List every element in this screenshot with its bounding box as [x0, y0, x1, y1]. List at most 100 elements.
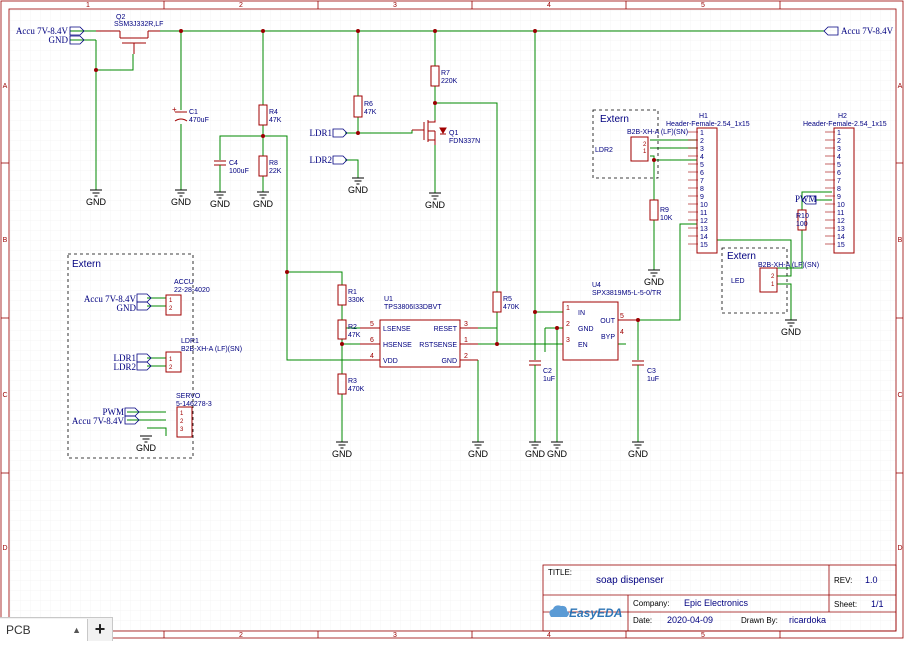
- h2-pin-10: 10: [837, 202, 845, 209]
- h2-pin-11: 11: [837, 210, 844, 217]
- row-label-right-d: D: [897, 545, 902, 552]
- h2-pin-8: 8: [837, 186, 841, 193]
- h1-value: Header-Female-2.54_1x15: [666, 121, 750, 128]
- h2-pin-5: 5: [837, 162, 841, 169]
- svg-text:+: +: [172, 105, 177, 114]
- svg-text:3: 3: [566, 337, 570, 344]
- servo-conn-value: 5-146278-3: [176, 401, 212, 408]
- row-label-left-b: B: [3, 237, 8, 244]
- accu-conn-value: 22-28-4020: [174, 287, 210, 294]
- u1-pin-rstsense: RSTSENSE: [419, 342, 457, 349]
- q1-value: FDN337N: [449, 138, 480, 145]
- r6-ref: R6: [364, 101, 373, 108]
- r10-value: 100: [796, 221, 808, 228]
- col-label-top-2: 2: [239, 2, 243, 9]
- port-ldr2-q1: LDR2: [310, 155, 333, 165]
- r10-ref: R10: [796, 213, 809, 220]
- gnd-label-13: GND: [628, 449, 649, 459]
- svg-text:1: 1: [566, 305, 570, 312]
- h1-pin-15: 15: [700, 242, 708, 249]
- led-conn-label: LED: [731, 278, 745, 285]
- date-label: Date:: [633, 616, 652, 625]
- gnd-label-8: GND: [781, 327, 802, 337]
- row-label-left-c: C: [2, 392, 7, 399]
- q2-value: SSM3J332R,LF: [114, 21, 163, 28]
- svg-text:6: 6: [370, 337, 374, 344]
- add-tab-button[interactable]: +: [88, 619, 112, 641]
- u1-ref: U1: [384, 296, 393, 303]
- chevron-up-icon[interactable]: ▲: [72, 625, 81, 635]
- u4-pin-en: EN: [578, 342, 588, 349]
- gnd-label-3: GND: [210, 199, 231, 209]
- u4-pin-out: OUT: [600, 318, 616, 325]
- r3-resistor: [337, 373, 347, 395]
- r1-resistor: [337, 284, 347, 306]
- q2-ref: Q2: [116, 14, 125, 21]
- h1-pin-8: 8: [700, 186, 704, 193]
- r1-ref: R1: [348, 289, 357, 296]
- row-label-right-b: B: [898, 237, 903, 244]
- h1-pin-6: 6: [700, 170, 704, 177]
- svg-text:3: 3: [464, 321, 468, 328]
- title-value: soap dispenser: [596, 575, 664, 586]
- c4-ref: C4: [229, 160, 238, 167]
- gnd-label-7: GND: [644, 277, 665, 287]
- h1-pin-12: 12: [700, 218, 708, 225]
- c1-value: 470uF: [189, 117, 209, 124]
- r7-resistor: [430, 65, 440, 87]
- u1-pin-reset: RESET: [434, 326, 458, 333]
- extern-label-led: Extern: [727, 251, 756, 262]
- col-label-top-3: 3: [393, 2, 397, 9]
- h1-pin-2: 2: [700, 138, 704, 145]
- ldr2-conn-label: LDR2: [595, 147, 613, 154]
- u4-ref: U4: [592, 282, 601, 289]
- row-label-right-a: A: [898, 83, 903, 90]
- svg-text:2: 2: [464, 353, 468, 360]
- gnd-label-5: GND: [348, 185, 369, 195]
- port-ldr1-q1: LDR1: [310, 128, 333, 138]
- title-label: TITLE:: [548, 568, 572, 577]
- tab-pcb[interactable]: PCB ▲: [0, 618, 88, 641]
- svg-text:5: 5: [620, 313, 624, 320]
- h2-pin-2: 2: [837, 138, 841, 145]
- gnd-label-4: GND: [253, 199, 274, 209]
- svg-text:4: 4: [370, 353, 374, 360]
- c4-value: 100uF: [229, 168, 249, 175]
- col-label-bottom-4: 4: [547, 632, 551, 639]
- row-label-right-c: C: [897, 392, 902, 399]
- h1-ref: H1: [699, 113, 708, 120]
- h1-pin-4: 4: [700, 154, 704, 161]
- u4-pin-gnd: GND: [578, 326, 594, 333]
- r8-resistor: [258, 155, 268, 177]
- col-label-bottom-2: 2: [239, 632, 243, 639]
- q1-ref: Q1: [449, 130, 458, 137]
- ldr1-conn-label: LDR1: [181, 338, 199, 345]
- r1-value: 330K: [348, 297, 365, 304]
- tab-pcb-label: PCB: [6, 622, 31, 637]
- r8-value: 22K: [269, 168, 282, 175]
- rev-value: 1.0: [865, 575, 878, 585]
- gnd-label-9: GND: [332, 449, 353, 459]
- r2-resistor: [337, 319, 347, 340]
- port-ldr2-conn: LDR2: [114, 362, 137, 372]
- u1-pin-lsense: LSENSE: [383, 326, 411, 333]
- gnd-label-1: GND: [86, 197, 107, 207]
- r7-value: 220K: [441, 78, 458, 85]
- h2-pin-15: 15: [837, 242, 845, 249]
- h1-pin-11: 11: [700, 210, 707, 217]
- schematic-sheet: 1 2 3 4 5 1 2 3 4 5 A B C D A B C D: [0, 0, 905, 640]
- r5-ref: R5: [503, 296, 512, 303]
- extern-label-ldr2: Extern: [600, 114, 629, 125]
- sheet-value: 1/1: [871, 599, 884, 609]
- h1-pin-13: 13: [700, 226, 708, 233]
- r5-resistor: [492, 291, 502, 313]
- c3-value: 1uF: [647, 376, 659, 383]
- h1-pin-9: 9: [700, 194, 704, 201]
- port-accu-servo: Accu 7V-8.4V: [72, 416, 125, 426]
- svg-text:1: 1: [464, 337, 468, 344]
- gnd-label-6: GND: [425, 200, 446, 210]
- r6-value: 47K: [364, 109, 377, 116]
- sheet-label: Sheet:: [834, 600, 857, 609]
- col-label-top-1: 1: [86, 2, 90, 9]
- r7-ref: R7: [441, 70, 450, 77]
